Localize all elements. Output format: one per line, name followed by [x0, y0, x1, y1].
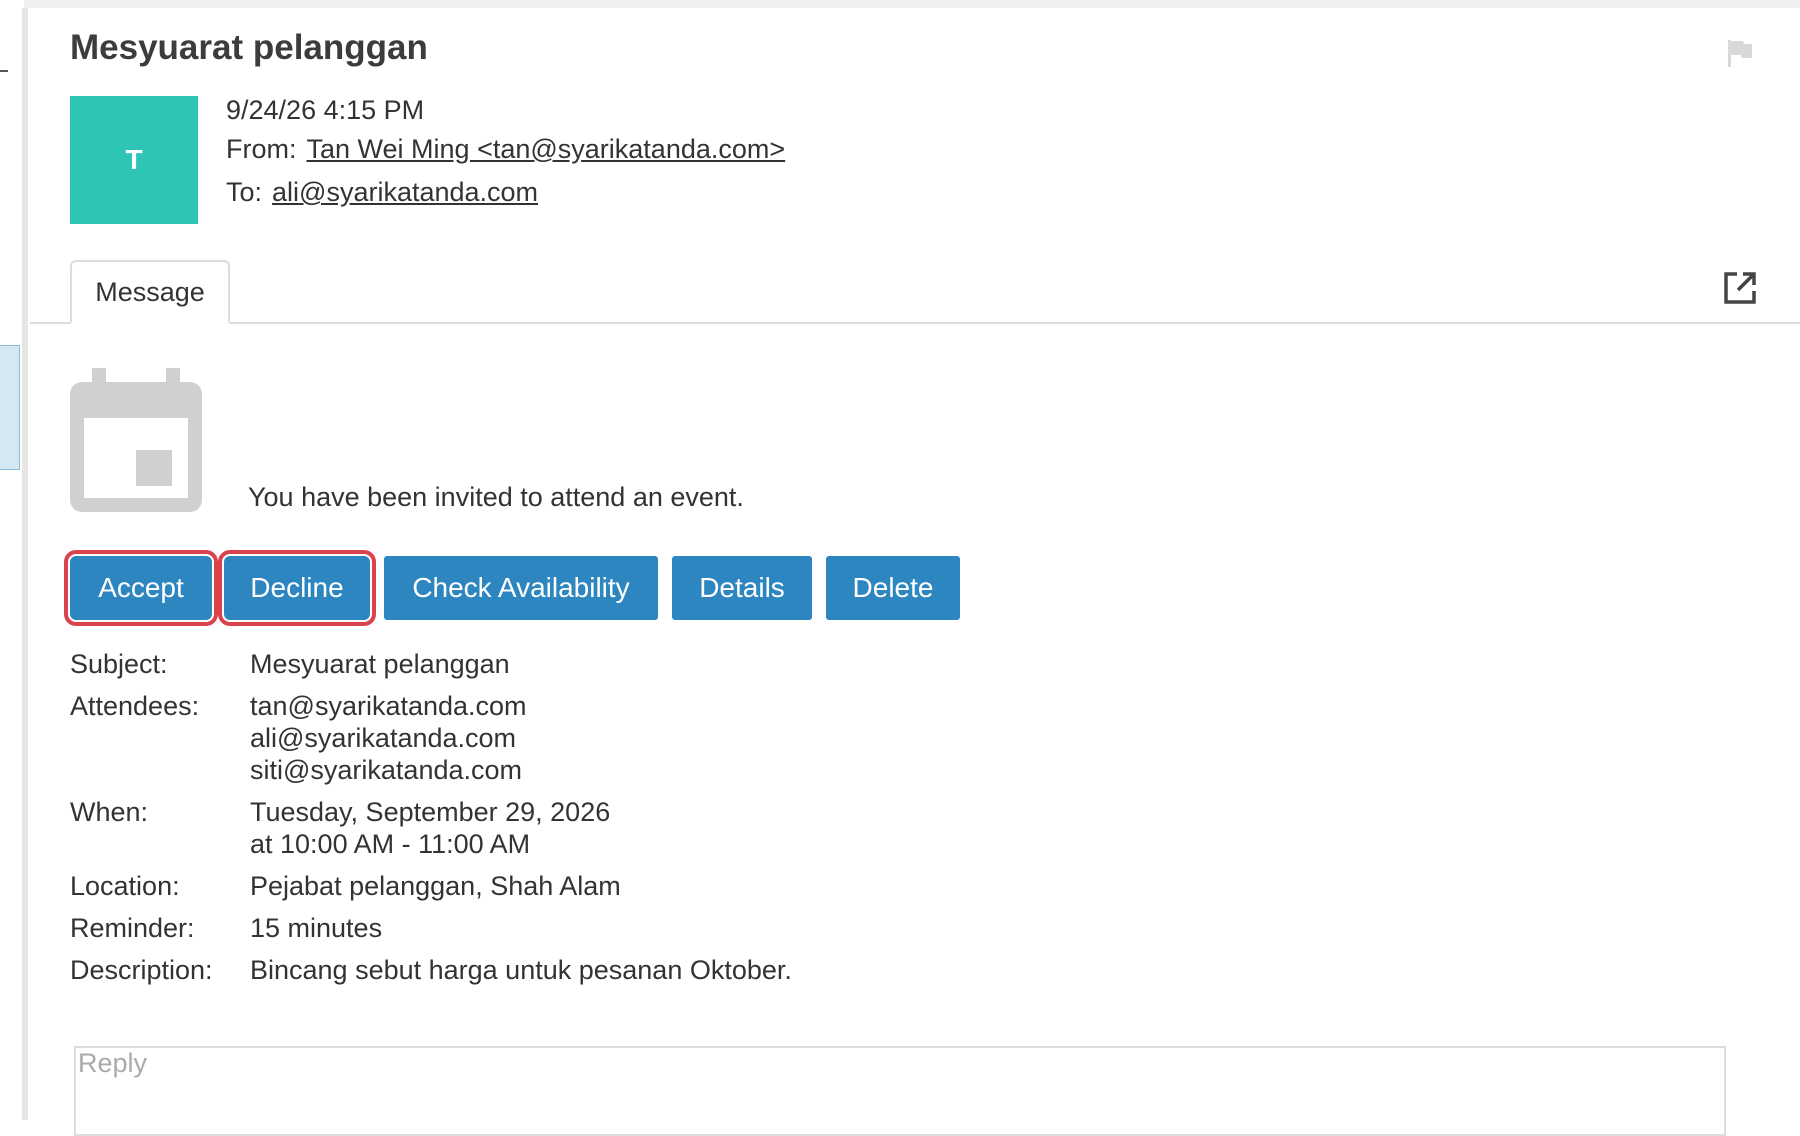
email-subject: Mesyuarat pelanggan [70, 28, 428, 67]
details-button[interactable]: Details [672, 556, 812, 620]
email-to: To: ali@syarikatanda.com [226, 177, 538, 208]
decline-button[interactable]: Decline [218, 550, 376, 626]
event-location-value: Pejabat pelanggan, Shah Alam [250, 871, 621, 901]
pane-divider[interactable] [22, 8, 28, 1120]
from-label: From: [226, 134, 297, 164]
event-description-label: Description: [70, 955, 213, 985]
event-subject-value: Mesyuarat pelanggan [250, 649, 510, 679]
selected-message-indicator[interactable] [0, 345, 20, 470]
event-reminder-value: 15 minutes [250, 913, 383, 943]
event-subject-row: Subject: Mesyuarat pelanggan [70, 648, 792, 680]
attendee: ali@syarikatanda.com [250, 723, 517, 753]
folder-pane-edge [0, 0, 24, 1120]
invite-message: You have been invited to attend an event… [248, 482, 744, 512]
delete-button[interactable]: Delete [826, 556, 960, 620]
event-time: at 10:00 AM - 11:00 AM [250, 829, 531, 859]
calendar-icon [70, 368, 202, 512]
reply-input[interactable] [74, 1046, 1726, 1136]
sender-avatar: T [70, 96, 198, 224]
event-description-row: Description: Bincang sebut harga untuk p… [70, 954, 792, 986]
event-attendees-value: tan@syarikatanda.com ali@syarikatanda.co… [250, 690, 527, 786]
attendee: tan@syarikatanda.com [250, 691, 527, 721]
top-bar [0, 0, 1800, 8]
flag-icon[interactable] [1726, 38, 1754, 68]
event-reminder-row: Reminder: 15 minutes [70, 912, 792, 944]
event-subject-label: Subject: [70, 649, 168, 679]
event-when-value: Tuesday, September 29, 2026 at 10:00 AM … [250, 796, 610, 860]
to-label: To: [226, 177, 263, 207]
event-attendees-row: Attendees: tan@syarikatanda.com ali@syar… [70, 690, 792, 786]
attendee: siti@syarikatanda.com [250, 755, 523, 785]
sender-link[interactable]: Tan Wei Ming <tan@syarikatanda.com> [307, 134, 786, 164]
tab-bar-line [30, 322, 1800, 324]
event-description-value: Bincang sebut harga untuk pesanan Oktobe… [250, 955, 792, 985]
event-when-row: When: Tuesday, September 29, 2026 at 10:… [70, 796, 792, 860]
open-in-new-window-icon[interactable] [1722, 270, 1758, 306]
check-availability-button[interactable]: Check Availability [384, 556, 658, 620]
event-attendees-label: Attendees: [70, 691, 200, 721]
email-from: From: Tan Wei Ming <tan@syarikatanda.com> [226, 134, 785, 165]
event-date: Tuesday, September 29, 2026 [250, 797, 611, 827]
email-date: 9/24/26 4:15 PM [226, 95, 425, 125]
event-reminder-label: Reminder: [70, 913, 195, 943]
pane-edge-mark [0, 70, 8, 72]
accept-button[interactable]: Accept [64, 550, 218, 626]
event-details: Subject: Mesyuarat pelanggan Attendees: … [70, 648, 792, 996]
event-location-label: Location: [70, 871, 180, 901]
recipient-link[interactable]: ali@syarikatanda.com [272, 177, 538, 207]
tab-message[interactable]: Message [70, 260, 230, 324]
event-location-row: Location: Pejabat pelanggan, Shah Alam [70, 870, 792, 902]
event-when-label: When: [70, 797, 149, 827]
